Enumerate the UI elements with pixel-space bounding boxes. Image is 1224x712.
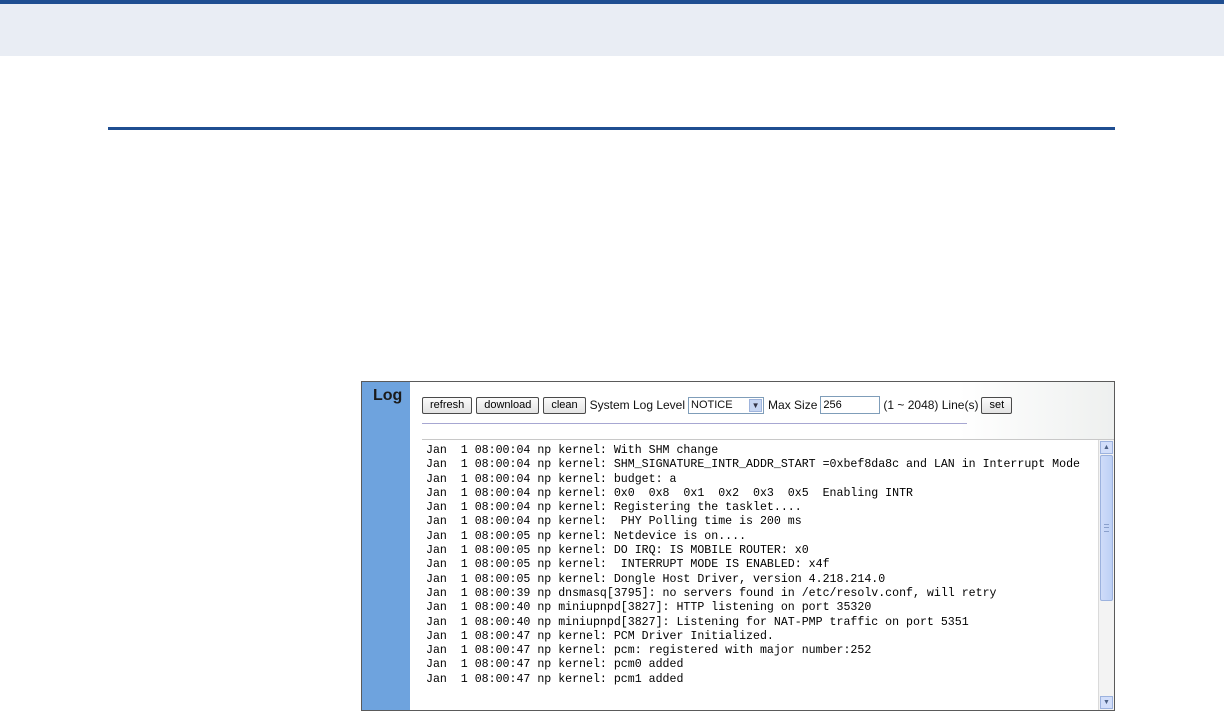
log-line: Jan 1 08:00:04 np kernel: SHM_SIGNATURE_…: [426, 458, 1080, 472]
download-button[interactable]: download: [476, 396, 540, 414]
log-line: Jan 1 08:00:39 np dnsmasq[3795]: no serv…: [426, 586, 997, 600]
log-tab-label: Log: [373, 387, 403, 404]
log-line: Jan 1 08:00:04 np kernel: With SHM chang…: [426, 444, 719, 457]
log-line: Jan 1 08:00:47 np kernel: pcm0 added: [426, 658, 684, 672]
header-divider: [108, 127, 1115, 130]
log-line: Jan 1 08:00:47 np kernel: pcm1 added: [426, 672, 684, 686]
clean-button[interactable]: clean: [543, 396, 586, 414]
log-line: Jan 1 08:00:04 np kernel: 0x0 0x8 0x1 0x…: [426, 486, 914, 500]
log-lines: Jan 1 08:00:04 np kernel: With SHM chang…: [426, 444, 1098, 687]
log-line: Jan 1 08:00:47 np kernel: pcm: registere…: [426, 644, 872, 658]
toolbar-divider: [422, 423, 967, 424]
log-textarea[interactable]: Jan 1 08:00:04 np kernel: With SHM chang…: [422, 439, 1114, 710]
log-line: Jan 1 08:00:40 np miniupnpd[3827]: HTTP …: [426, 601, 872, 615]
log-toolbar: refresh download clean System Log Level …: [422, 396, 1016, 414]
log-line: Jan 1 08:00:04 np kernel: budget: a: [426, 472, 677, 486]
log-line: Jan 1 08:00:05 np kernel: DO IRQ: IS MOB…: [426, 544, 809, 558]
scroll-down-arrow-icon[interactable]: ▼: [1100, 696, 1113, 709]
scroll-thumb[interactable]: [1100, 455, 1113, 601]
log-level-value: NOTICE: [691, 399, 733, 411]
log-scrollbar[interactable]: ▲ ▼: [1098, 440, 1114, 710]
refresh-button[interactable]: refresh: [422, 396, 473, 414]
log-line: Jan 1 08:00:40 np miniupnpd[3827]: Liste…: [426, 615, 969, 629]
set-button[interactable]: set: [981, 396, 1013, 414]
max-size-label: Max Size: [768, 398, 818, 412]
log-line: Jan 1 08:00:04 np kernel: Registering th…: [426, 501, 802, 515]
chevron-down-icon[interactable]: ▼: [749, 398, 763, 412]
log-level-select[interactable]: NOTICE ▼: [688, 396, 765, 414]
log-line: Jan 1 08:00:05 np kernel: Netdevice is o…: [426, 529, 747, 543]
log-panel: Log refresh download clean System Log Le…: [361, 381, 1115, 711]
grip-icon: [1104, 524, 1109, 532]
log-line: Jan 1 08:00:05 np kernel: INTERRUPT MODE…: [426, 558, 830, 572]
scroll-up-arrow-icon[interactable]: ▲: [1100, 441, 1113, 454]
log-side-tab: Log: [362, 382, 410, 710]
log-line: Jan 1 08:00:04 np kernel: PHY Polling ti…: [426, 515, 802, 529]
page-header-band: [0, 0, 1224, 56]
log-line: Jan 1 08:00:05 np kernel: Dongle Host Dr…: [426, 572, 886, 586]
log-content: refresh download clean System Log Level …: [410, 382, 1114, 710]
log-line: Jan 1 08:00:47 np kernel: PCM Driver Ini…: [426, 629, 774, 643]
max-size-input[interactable]: [820, 396, 881, 414]
max-size-range-label: (1 ~ 2048) Line(s): [883, 398, 979, 412]
log-level-label: System Log Level: [589, 398, 686, 412]
